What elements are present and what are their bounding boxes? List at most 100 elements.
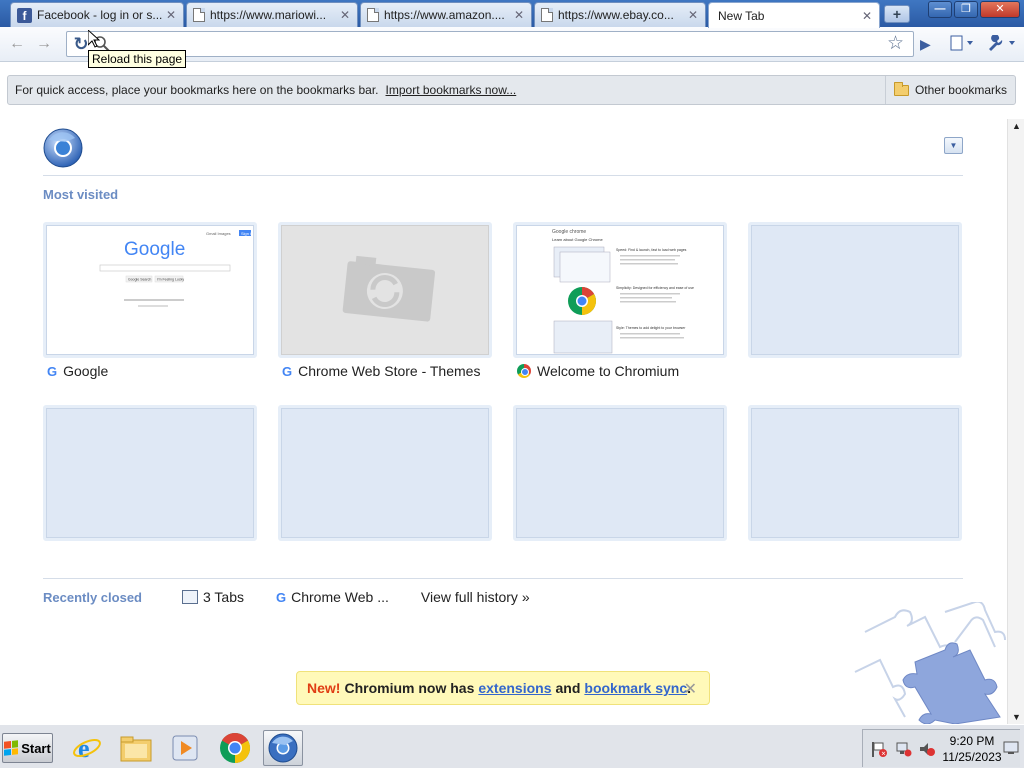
tab-facebook[interactable]: f Facebook - log in or s... ✕: [10, 2, 184, 27]
volume-muted-icon[interactable]: [918, 741, 936, 757]
back-button[interactable]: ←: [6, 34, 28, 54]
tab-close-icon[interactable]: ✕: [339, 8, 351, 22]
tab-close-icon[interactable]: ✕: [861, 9, 873, 23]
most-visited-tile-chrome-web-store[interactable]: [278, 222, 492, 358]
tab-amazon[interactable]: https://www.amazon.... ✕: [360, 2, 532, 27]
import-bookmarks-link[interactable]: Import bookmarks now...: [386, 83, 517, 97]
tab-close-icon[interactable]: ✕: [513, 8, 525, 22]
divider: [43, 175, 963, 176]
chrome-icon: [517, 364, 531, 378]
bookmarks-bar: For quick access, place your bookmarks h…: [7, 75, 1016, 105]
promo-text: Chromium now has: [344, 680, 475, 696]
chromium-icon: [268, 733, 298, 763]
tab-title: Facebook - log in or s...: [37, 8, 163, 22]
most-visited-tile-empty[interactable]: [278, 405, 492, 541]
go-arrow-icon[interactable]: ▶: [920, 35, 931, 53]
tab-ebay[interactable]: https://www.ebay.co... ✕: [534, 2, 706, 27]
bookmark-star-icon[interactable]: ☆: [887, 34, 904, 54]
tab-new-tab[interactable]: New Tab ✕: [708, 2, 880, 28]
close-icon[interactable]: ✕: [684, 679, 697, 699]
clock-time[interactable]: 9:20 PM: [947, 734, 997, 748]
chrome-thumb-s2: Simplicity: Designed for efficiency and …: [616, 286, 694, 290]
omnibox[interactable]: [66, 31, 914, 57]
new-label: New!: [307, 680, 341, 696]
most-visited-tile-chromium[interactable]: Google chrome Learn about Google Chrome …: [513, 222, 727, 358]
clock-date[interactable]: 11/25/2023: [939, 750, 1005, 764]
tile-title: Welcome to Chromium: [537, 363, 680, 379]
taskbar: Start e ✕ 9:20 PM 11/25/2023: [0, 724, 1024, 768]
recently-closed-item-chrome-web-store[interactable]: G Chrome Web ...: [276, 589, 389, 605]
page-icon: [193, 8, 205, 22]
recently-closed-item-tabs[interactable]: 3 Tabs: [182, 589, 244, 605]
page-menu-icon[interactable]: [950, 35, 974, 55]
recently-closed-title: Recently closed: [43, 589, 142, 605]
internet-explorer-icon: e: [73, 734, 101, 763]
chrome-thumb-logo: Google chrome: [552, 229, 586, 235]
taskbar-chromium[interactable]: [263, 730, 303, 766]
extensions-link[interactable]: extensions: [478, 680, 551, 696]
title-bar: f Facebook - log in or s... ✕ https://ww…: [0, 0, 1024, 28]
promo-banner: New! Chromium now has extensions and boo…: [296, 671, 710, 705]
most-visited-tile-empty[interactable]: [748, 405, 962, 541]
network-icon[interactable]: [894, 741, 912, 757]
maximize-button[interactable]: ❐: [954, 1, 978, 18]
divider: [43, 578, 963, 579]
recently-closed-row: Recently closed 3 Tabs G Chrome Web ... …: [43, 589, 530, 605]
tabs-icon: [182, 590, 198, 604]
most-visited-tile-empty[interactable]: [748, 222, 962, 358]
window-controls: — ❐ ✕: [928, 1, 1020, 18]
new-tab-button[interactable]: +: [884, 5, 910, 23]
tab-title: https://www.mariowi...: [210, 8, 327, 22]
close-window-button[interactable]: ✕: [980, 1, 1020, 18]
start-label: Start: [21, 740, 51, 756]
chrome-thumb-s3: Style: Themes to add delight to your bro…: [616, 326, 686, 330]
scroll-down-icon[interactable]: ▼: [1012, 712, 1021, 722]
tab-title: https://www.ebay.co...: [558, 8, 674, 22]
bookmark-sync-link[interactable]: bookmark sync: [584, 680, 687, 696]
page-icon: [367, 8, 379, 22]
other-bookmarks-label: Other bookmarks: [914, 83, 1007, 97]
chrome-thumb-heading: Learn about Google Chrome: [552, 237, 603, 242]
recent-item-label: Chrome Web ...: [291, 589, 389, 605]
scroll-up-icon[interactable]: ▲: [1012, 121, 1021, 131]
tile-label-chrome-web-store[interactable]: G Chrome Web Store - Themes: [282, 363, 480, 379]
promo-text: and: [555, 680, 581, 696]
other-bookmarks-button[interactable]: Other bookmarks: [884, 76, 1015, 104]
minimize-button[interactable]: —: [928, 1, 952, 18]
tile-label-chromium[interactable]: Welcome to Chromium: [517, 363, 679, 379]
taskbar-media-player[interactable]: [165, 730, 205, 766]
most-visited-tile-empty[interactable]: [43, 405, 257, 541]
google-lucky-btn: I'm Feeling Lucky: [157, 278, 184, 282]
tab-title: https://www.amazon....: [384, 8, 505, 22]
action-center-flag-icon[interactable]: ✕: [870, 741, 888, 758]
wrench-menu-icon[interactable]: [986, 34, 1018, 55]
svg-text:e: e: [78, 734, 90, 763]
start-button[interactable]: Start: [2, 733, 53, 763]
vertical-scrollbar[interactable]: ▲ ▼: [1007, 119, 1024, 724]
most-visited-title: Most visited: [43, 187, 119, 202]
tile-label-google[interactable]: G Google: [47, 363, 108, 379]
media-player-icon: [172, 735, 198, 761]
google-thumbnail: Gmail Images Sign in Google Google Searc…: [99, 230, 253, 307]
chrome-icon: [220, 732, 251, 763]
show-desktop-icon[interactable]: [1003, 740, 1021, 756]
most-visited-tile-empty[interactable]: [513, 405, 727, 541]
view-full-history-link[interactable]: View full history »: [421, 589, 530, 605]
google-g-icon: G: [282, 363, 293, 379]
tab-close-icon[interactable]: ✕: [165, 8, 177, 22]
taskbar-internet-explorer[interactable]: e: [67, 730, 107, 766]
folder-icon: [893, 81, 909, 96]
taskbar-chrome[interactable]: [215, 730, 255, 766]
google-g-icon: G: [276, 589, 287, 605]
windows-logo-icon: [4, 740, 19, 756]
chromium-logo-icon: [43, 128, 83, 168]
tile-title: Chrome Web Store - Themes: [298, 363, 481, 379]
taskbar-file-explorer[interactable]: [116, 730, 156, 766]
most-visited-tile-google[interactable]: Gmail Images Sign in Google Google Searc…: [43, 222, 257, 358]
forward-button[interactable]: →: [33, 34, 55, 54]
page-options-dropdown[interactable]: ▼: [944, 137, 963, 154]
svg-text:✕: ✕: [881, 752, 886, 758]
tab-mariowiki[interactable]: https://www.mariowi... ✕: [186, 2, 358, 27]
google-top-links: Gmail Images: [206, 231, 231, 236]
tab-close-icon[interactable]: ✕: [687, 8, 699, 22]
